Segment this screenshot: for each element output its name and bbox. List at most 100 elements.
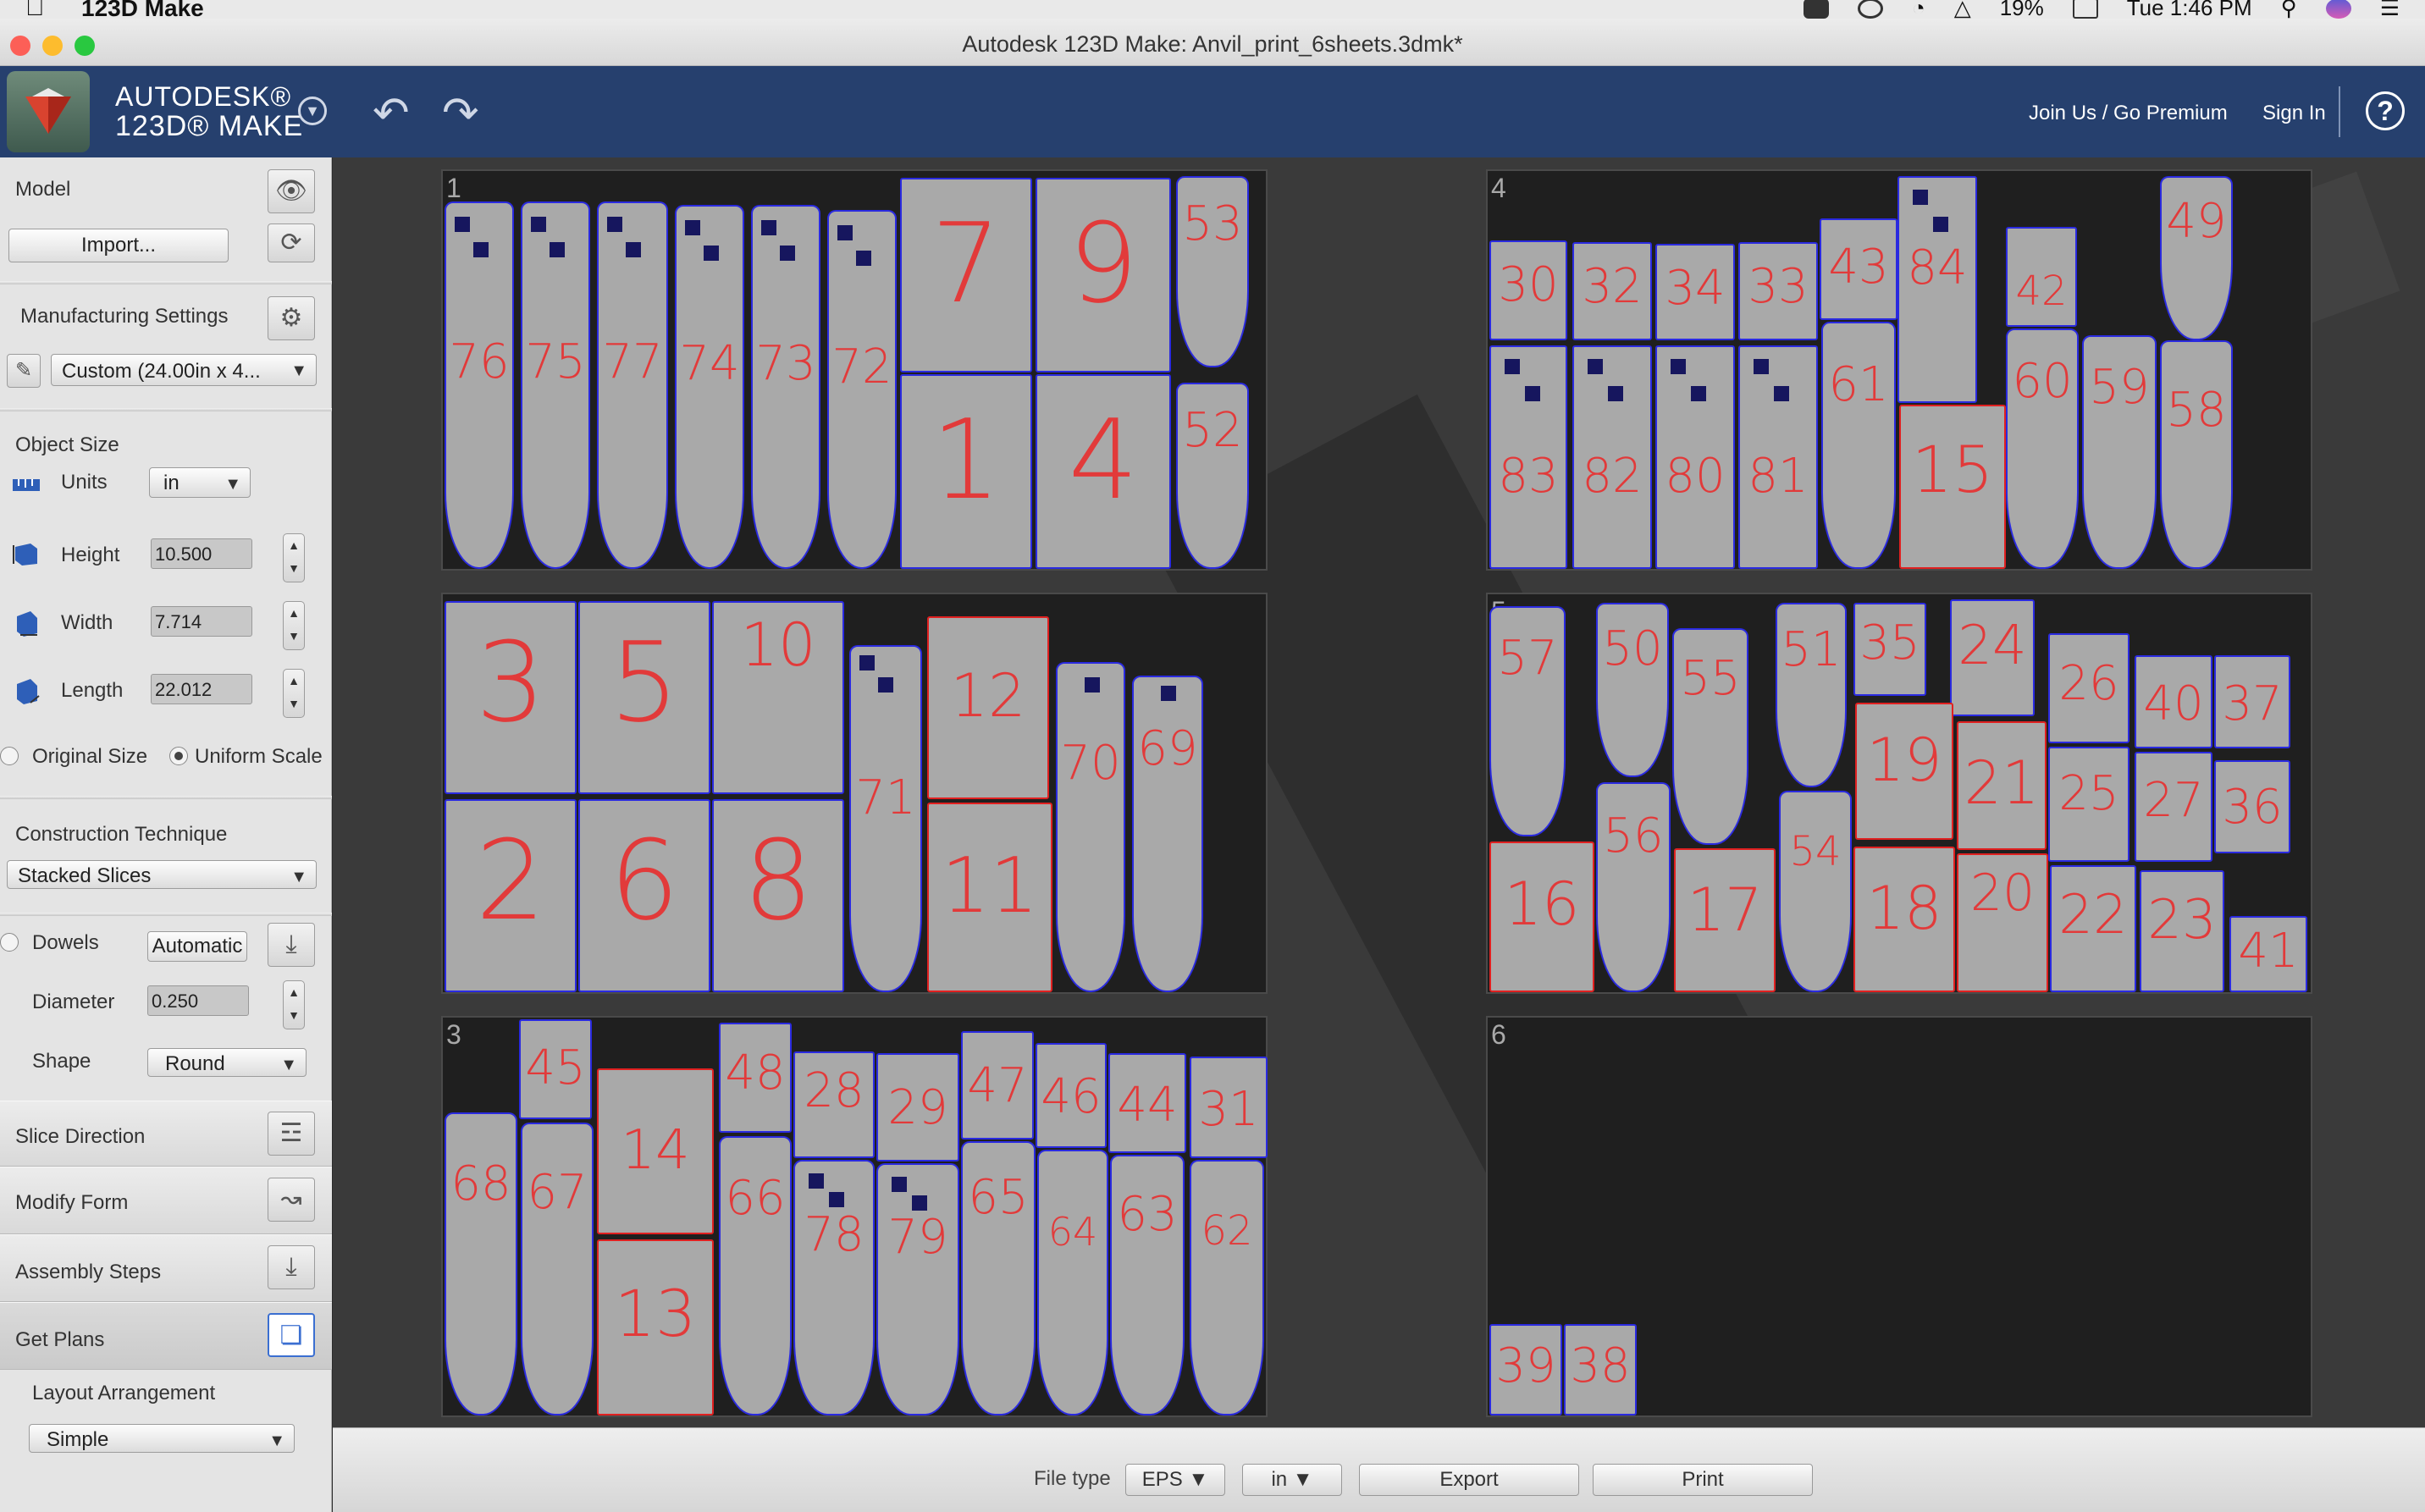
part-piece[interactable]: 83: [1489, 345, 1567, 569]
part-piece[interactable]: 39: [1489, 1324, 1562, 1415]
part-piece[interactable]: 84: [1897, 176, 1977, 403]
part-piece[interactable]: 3: [445, 601, 577, 794]
sheet-5[interactable]: 5 57 50 55 51 35 24 26 40 37 19 21 25 27…: [1486, 593, 2312, 994]
part-piece[interactable]: 10: [712, 601, 844, 794]
part-piece[interactable]: 50: [1596, 603, 1669, 777]
siri-icon[interactable]: [2325, 0, 2351, 19]
part-piece[interactable]: 61: [1821, 322, 1896, 569]
part-piece[interactable]: 23: [2140, 870, 2224, 992]
part-piece[interactable]: 16: [1489, 842, 1594, 992]
creative-cloud-icon[interactable]: [1857, 0, 1883, 19]
height-input[interactable]: 10.500: [151, 538, 252, 569]
part-piece[interactable]: 11: [927, 803, 1052, 992]
part-piece[interactable]: 67: [521, 1123, 594, 1415]
battery-icon[interactable]: [2072, 0, 2098, 19]
part-piece[interactable]: 66: [719, 1136, 792, 1415]
part-piece[interactable]: 77: [597, 201, 668, 569]
part-piece[interactable]: 5: [578, 601, 710, 794]
slice-direction-section[interactable]: Slice Direction ☲: [0, 1101, 332, 1167]
part-piece[interactable]: 69: [1132, 676, 1203, 992]
part-piece[interactable]: 25: [2048, 747, 2129, 862]
part-piece[interactable]: 57: [1489, 606, 1566, 836]
part-piece[interactable]: 70: [1056, 662, 1125, 992]
part-piece[interactable]: 71: [849, 645, 922, 992]
width-input[interactable]: 7.714: [151, 606, 252, 637]
part-piece[interactable]: 72: [827, 210, 897, 569]
length-stepper[interactable]: ▲ ▼: [283, 669, 305, 718]
part-piece[interactable]: 63: [1110, 1155, 1185, 1415]
part-piece[interactable]: 38: [1564, 1324, 1637, 1415]
part-piece[interactable]: 2: [445, 799, 577, 992]
part-piece[interactable]: 15: [1899, 405, 2006, 569]
part-piece[interactable]: 13: [597, 1239, 714, 1415]
part-piece[interactable]: 6: [578, 799, 710, 992]
modify-form-icon[interactable]: ↝: [268, 1178, 315, 1222]
part-piece[interactable]: 51: [1776, 603, 1847, 787]
part-piece[interactable]: 27: [2135, 752, 2212, 862]
part-piece[interactable]: 21: [1957, 721, 2047, 850]
sheet-2[interactable]: 2 3 5 10 71 12 70 69 2 6 8 11: [441, 593, 1268, 994]
construction-technique-select[interactable]: Stacked Slices ▼: [7, 860, 317, 889]
app-menu-chevron-down-icon[interactable]: ▼: [298, 97, 327, 125]
part-piece[interactable]: 8: [712, 799, 844, 992]
part-piece[interactable]: 18: [1853, 847, 1955, 992]
part-piece[interactable]: 74: [675, 205, 744, 569]
modify-form-section[interactable]: Modify Form ↝: [0, 1167, 332, 1234]
refresh-icon[interactable]: ⟳: [268, 223, 315, 262]
part-piece[interactable]: 19: [1855, 703, 1953, 840]
get-plans-section[interactable]: Get Plans ❏: [0, 1302, 332, 1370]
part-piece[interactable]: 46: [1036, 1043, 1107, 1148]
part-piece[interactable]: 64: [1037, 1150, 1108, 1415]
part-piece[interactable]: 45: [519, 1019, 592, 1119]
part-piece[interactable]: 30: [1489, 240, 1567, 340]
sheet-1[interactable]: 1 76 75 77 74 73 72 7 9 53 1 4 52: [441, 169, 1268, 571]
shape-select[interactable]: Round ▼: [147, 1048, 307, 1077]
part-piece[interactable]: 42: [2006, 227, 2077, 327]
part-piece[interactable]: 80: [1655, 345, 1735, 569]
dowel-placement-icon[interactable]: ⤓: [268, 923, 315, 967]
part-piece[interactable]: 43: [1820, 218, 1897, 320]
join-premium-link[interactable]: Join Us / Go Premium: [2029, 102, 2228, 125]
part-piece[interactable]: 65: [961, 1141, 1036, 1415]
part-piece[interactable]: 58: [2160, 340, 2233, 569]
eye-icon[interactable]: 👁: [268, 169, 315, 213]
part-piece[interactable]: 75: [521, 201, 590, 569]
sheet-4[interactable]: 4 30 32 34 33 43 84 42 49 83 82 80 81 61…: [1486, 169, 2312, 571]
print-button[interactable]: Print: [1593, 1464, 1813, 1496]
part-piece[interactable]: 73: [751, 205, 820, 569]
dowels-radio[interactable]: [0, 933, 19, 952]
part-piece[interactable]: 35: [1853, 603, 1926, 696]
part-piece[interactable]: 7: [900, 178, 1032, 372]
diameter-input[interactable]: 0.250: [147, 985, 249, 1016]
part-piece[interactable]: 28: [793, 1051, 875, 1158]
sign-in-link[interactable]: Sign In: [2262, 102, 2326, 125]
redo-icon[interactable]: ↷: [442, 88, 479, 139]
file-type-select[interactable]: EPS ▼: [1125, 1464, 1225, 1496]
part-piece[interactable]: 76: [445, 201, 514, 569]
gear-icon[interactable]: ⚙: [268, 296, 315, 340]
part-piece[interactable]: 59: [2082, 335, 2157, 569]
part-piece[interactable]: 34: [1655, 244, 1735, 340]
part-piece[interactable]: 53: [1176, 176, 1249, 367]
part-piece[interactable]: 62: [1190, 1160, 1264, 1415]
part-piece[interactable]: 82: [1572, 345, 1652, 569]
sheet-3[interactable]: 3 45 14 48 28 29 47 46 44 31 68 67 66 78…: [441, 1016, 1268, 1417]
sheet-6[interactable]: 6 39 38: [1486, 1016, 2312, 1417]
part-piece[interactable]: 40: [2135, 655, 2212, 748]
part-piece[interactable]: 1: [900, 374, 1032, 569]
width-stepper[interactable]: ▲ ▼: [283, 601, 305, 650]
diameter-stepper[interactable]: ▲ ▼: [283, 980, 305, 1029]
part-piece[interactable]: 49: [2160, 176, 2233, 340]
undo-icon[interactable]: ↶: [373, 88, 410, 139]
part-piece[interactable]: 33: [1738, 242, 1818, 340]
export-unit-select[interactable]: in ▼: [1242, 1464, 1342, 1496]
dowels-automatic-button[interactable]: Automatic: [147, 931, 247, 962]
pencil-icon[interactable]: ✎: [7, 354, 41, 388]
slice-direction-icon[interactable]: ☲: [268, 1112, 315, 1156]
help-icon[interactable]: ?: [2366, 91, 2405, 130]
original-size-radio[interactable]: [0, 747, 19, 765]
part-piece[interactable]: 20: [1957, 853, 2048, 992]
part-piece[interactable]: 78: [793, 1160, 875, 1415]
evernote-icon[interactable]: [1803, 0, 1829, 19]
part-piece[interactable]: 12: [927, 616, 1049, 799]
